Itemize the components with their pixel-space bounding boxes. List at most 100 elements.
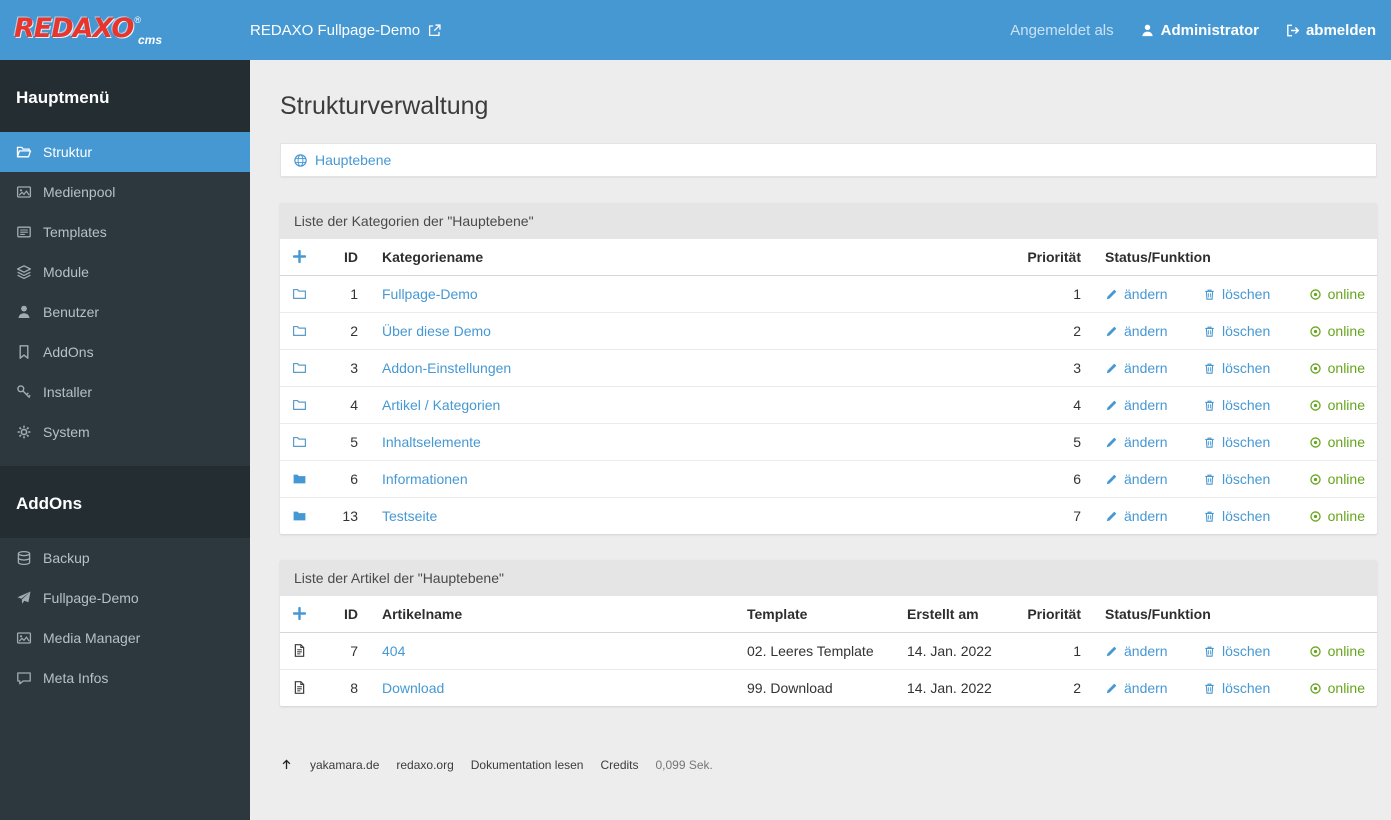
category-priority: 5: [1003, 423, 1093, 461]
edit-category-link[interactable]: ändern: [1105, 360, 1203, 376]
trash-icon: [1203, 682, 1216, 695]
col-header-prioritaet: Priorität: [1013, 596, 1093, 633]
sidebar-item-label: Installer: [43, 384, 93, 400]
logout-link[interactable]: abmelden: [1285, 22, 1376, 39]
category-status-toggle[interactable]: online: [1309, 360, 1365, 376]
category-id: 2: [322, 312, 370, 350]
online-status-icon: [1309, 362, 1322, 375]
sidebar-item-templates[interactable]: Templates: [0, 212, 250, 252]
online-status-icon: [1309, 399, 1322, 412]
online-status-icon: [1309, 288, 1322, 301]
category-id: 4: [322, 386, 370, 424]
sidebar-nav: Hauptmenü Struktur Medienpool Templates …: [0, 60, 250, 820]
sidebar-item-label: Struktur: [43, 144, 93, 160]
add-category-button[interactable]: [292, 249, 307, 265]
edit-category-link[interactable]: ändern: [1105, 323, 1203, 339]
category-status-toggle[interactable]: online: [1309, 286, 1365, 302]
category-name-link[interactable]: Fullpage-Demo: [382, 286, 478, 302]
category-status-toggle[interactable]: online: [1309, 434, 1365, 450]
user-name: Administrator: [1160, 21, 1259, 39]
sign-out-icon: [1285, 23, 1300, 38]
arrow-up-icon: [280, 758, 293, 771]
breadcrumb-root-link[interactable]: Hauptebene: [315, 152, 391, 168]
category-name-link[interactable]: Addon-Einstellungen: [382, 360, 511, 376]
plus-icon: [292, 249, 307, 264]
sidebar-item-addons[interactable]: AddOns: [0, 332, 250, 372]
sidebar-item-benutzer[interactable]: Benutzer: [0, 292, 250, 332]
category-row: 3 Addon-Einstellungen 3 ändern löschen o…: [280, 349, 1377, 387]
edit-category-link[interactable]: ändern: [1105, 434, 1203, 450]
article-id: 7: [350, 643, 358, 659]
sidebar-item-installer[interactable]: Installer: [0, 372, 250, 412]
footer-link-yakamara-de[interactable]: yakamara.de: [310, 758, 379, 772]
delete-category-link[interactable]: löschen: [1203, 471, 1305, 487]
sidebar-item-backup[interactable]: Backup: [0, 538, 250, 578]
delete-category-link[interactable]: löschen: [1203, 360, 1305, 376]
delete-category-link[interactable]: löschen: [1203, 508, 1305, 524]
article-name-link[interactable]: 404: [382, 643, 405, 659]
category-name-link[interactable]: Über diese Demo: [382, 323, 491, 339]
footer-link-redaxo-org[interactable]: redaxo.org: [396, 758, 453, 772]
sidebar-item-media-manager[interactable]: Media Manager: [0, 618, 250, 658]
online-status-icon: [1309, 436, 1322, 449]
footer-link-credits[interactable]: Credits: [600, 758, 638, 772]
article-name-link[interactable]: Download: [382, 680, 444, 696]
category-priority: 7: [1003, 497, 1093, 534]
sidebar-section-title: Hauptmenü: [0, 60, 250, 132]
col-header-erstellt-am: Erstellt am: [895, 596, 1013, 633]
logout-label: abmelden: [1305, 21, 1376, 39]
col-header-template: Template: [735, 596, 895, 633]
edit-category-link[interactable]: ändern: [1105, 397, 1203, 413]
sidebar-item-icon: [16, 304, 32, 320]
category-name-link[interactable]: Inhaltselemente: [382, 434, 481, 450]
edit-category-link[interactable]: ändern: [1105, 508, 1203, 524]
delete-category-link[interactable]: löschen: [1203, 434, 1305, 450]
site-frontend-link[interactable]: REDAXO Fullpage-Demo: [250, 22, 442, 39]
online-status-icon: [1309, 510, 1322, 523]
article-status-toggle[interactable]: online: [1309, 643, 1365, 659]
user-profile-link[interactable]: Administrator: [1140, 22, 1259, 39]
categories-panel-title: Liste der Kategorien der "Hauptebene": [280, 203, 1377, 239]
edit-category-link[interactable]: ändern: [1105, 471, 1203, 487]
delete-category-link[interactable]: löschen: [1203, 323, 1305, 339]
sidebar-item-meta-infos[interactable]: Meta Infos: [0, 658, 250, 698]
category-row: 13 Testseite 7 ändern löschen online: [280, 497, 1377, 534]
article-id: 8: [322, 669, 370, 706]
delete-category-link[interactable]: löschen: [1203, 286, 1305, 302]
sidebar-item-system[interactable]: System: [0, 412, 250, 452]
category-name-link[interactable]: Informationen: [382, 471, 468, 487]
article-status-toggle[interactable]: online: [1309, 680, 1365, 696]
add-article-button[interactable]: [292, 606, 307, 622]
category-status-toggle[interactable]: online: [1309, 471, 1365, 487]
edit-article-link[interactable]: ändern: [1105, 680, 1203, 696]
edit-article-link[interactable]: ändern: [1105, 643, 1203, 659]
sidebar-item-fullpage-demo[interactable]: Fullpage-Demo: [0, 578, 250, 618]
redaxo-logo[interactable]: REDAXO® cms: [0, 13, 250, 47]
folder-icon: [292, 434, 307, 449]
delete-article-link[interactable]: löschen: [1203, 680, 1305, 696]
scroll-to-top-button[interactable]: [280, 758, 293, 772]
folder-icon: [292, 471, 307, 486]
category-row: 5 Inhaltselemente 5 ändern löschen onlin…: [280, 423, 1377, 461]
delete-article-link[interactable]: löschen: [1203, 643, 1305, 659]
sidebar-item-icon: [16, 630, 32, 646]
sidebar-item-icon: [16, 184, 32, 200]
sidebar-item-label: Meta Infos: [43, 670, 109, 686]
trash-icon: [1203, 288, 1216, 301]
folder-icon: [292, 360, 307, 375]
sidebar-item-icon: [16, 424, 32, 440]
sidebar-item-medienpool[interactable]: Medienpool: [0, 172, 250, 212]
sidebar-item-struktur[interactable]: Struktur: [0, 132, 250, 172]
sidebar-item-module[interactable]: Module: [0, 252, 250, 292]
edit-category-link[interactable]: ändern: [1105, 286, 1203, 302]
category-status-toggle[interactable]: online: [1309, 397, 1365, 413]
category-name-link[interactable]: Artikel / Kategorien: [382, 397, 500, 413]
category-priority: 3: [1003, 349, 1093, 387]
delete-category-link[interactable]: löschen: [1203, 397, 1305, 413]
category-status-toggle[interactable]: online: [1309, 508, 1365, 524]
sidebar-section-title: AddOns: [0, 466, 250, 538]
category-name-link[interactable]: Testseite: [382, 508, 437, 524]
col-header-prioritaet: Priorität: [1003, 239, 1093, 276]
category-status-toggle[interactable]: online: [1309, 323, 1365, 339]
footer-link-dokumentation-lesen[interactable]: Dokumentation lesen: [471, 758, 584, 772]
